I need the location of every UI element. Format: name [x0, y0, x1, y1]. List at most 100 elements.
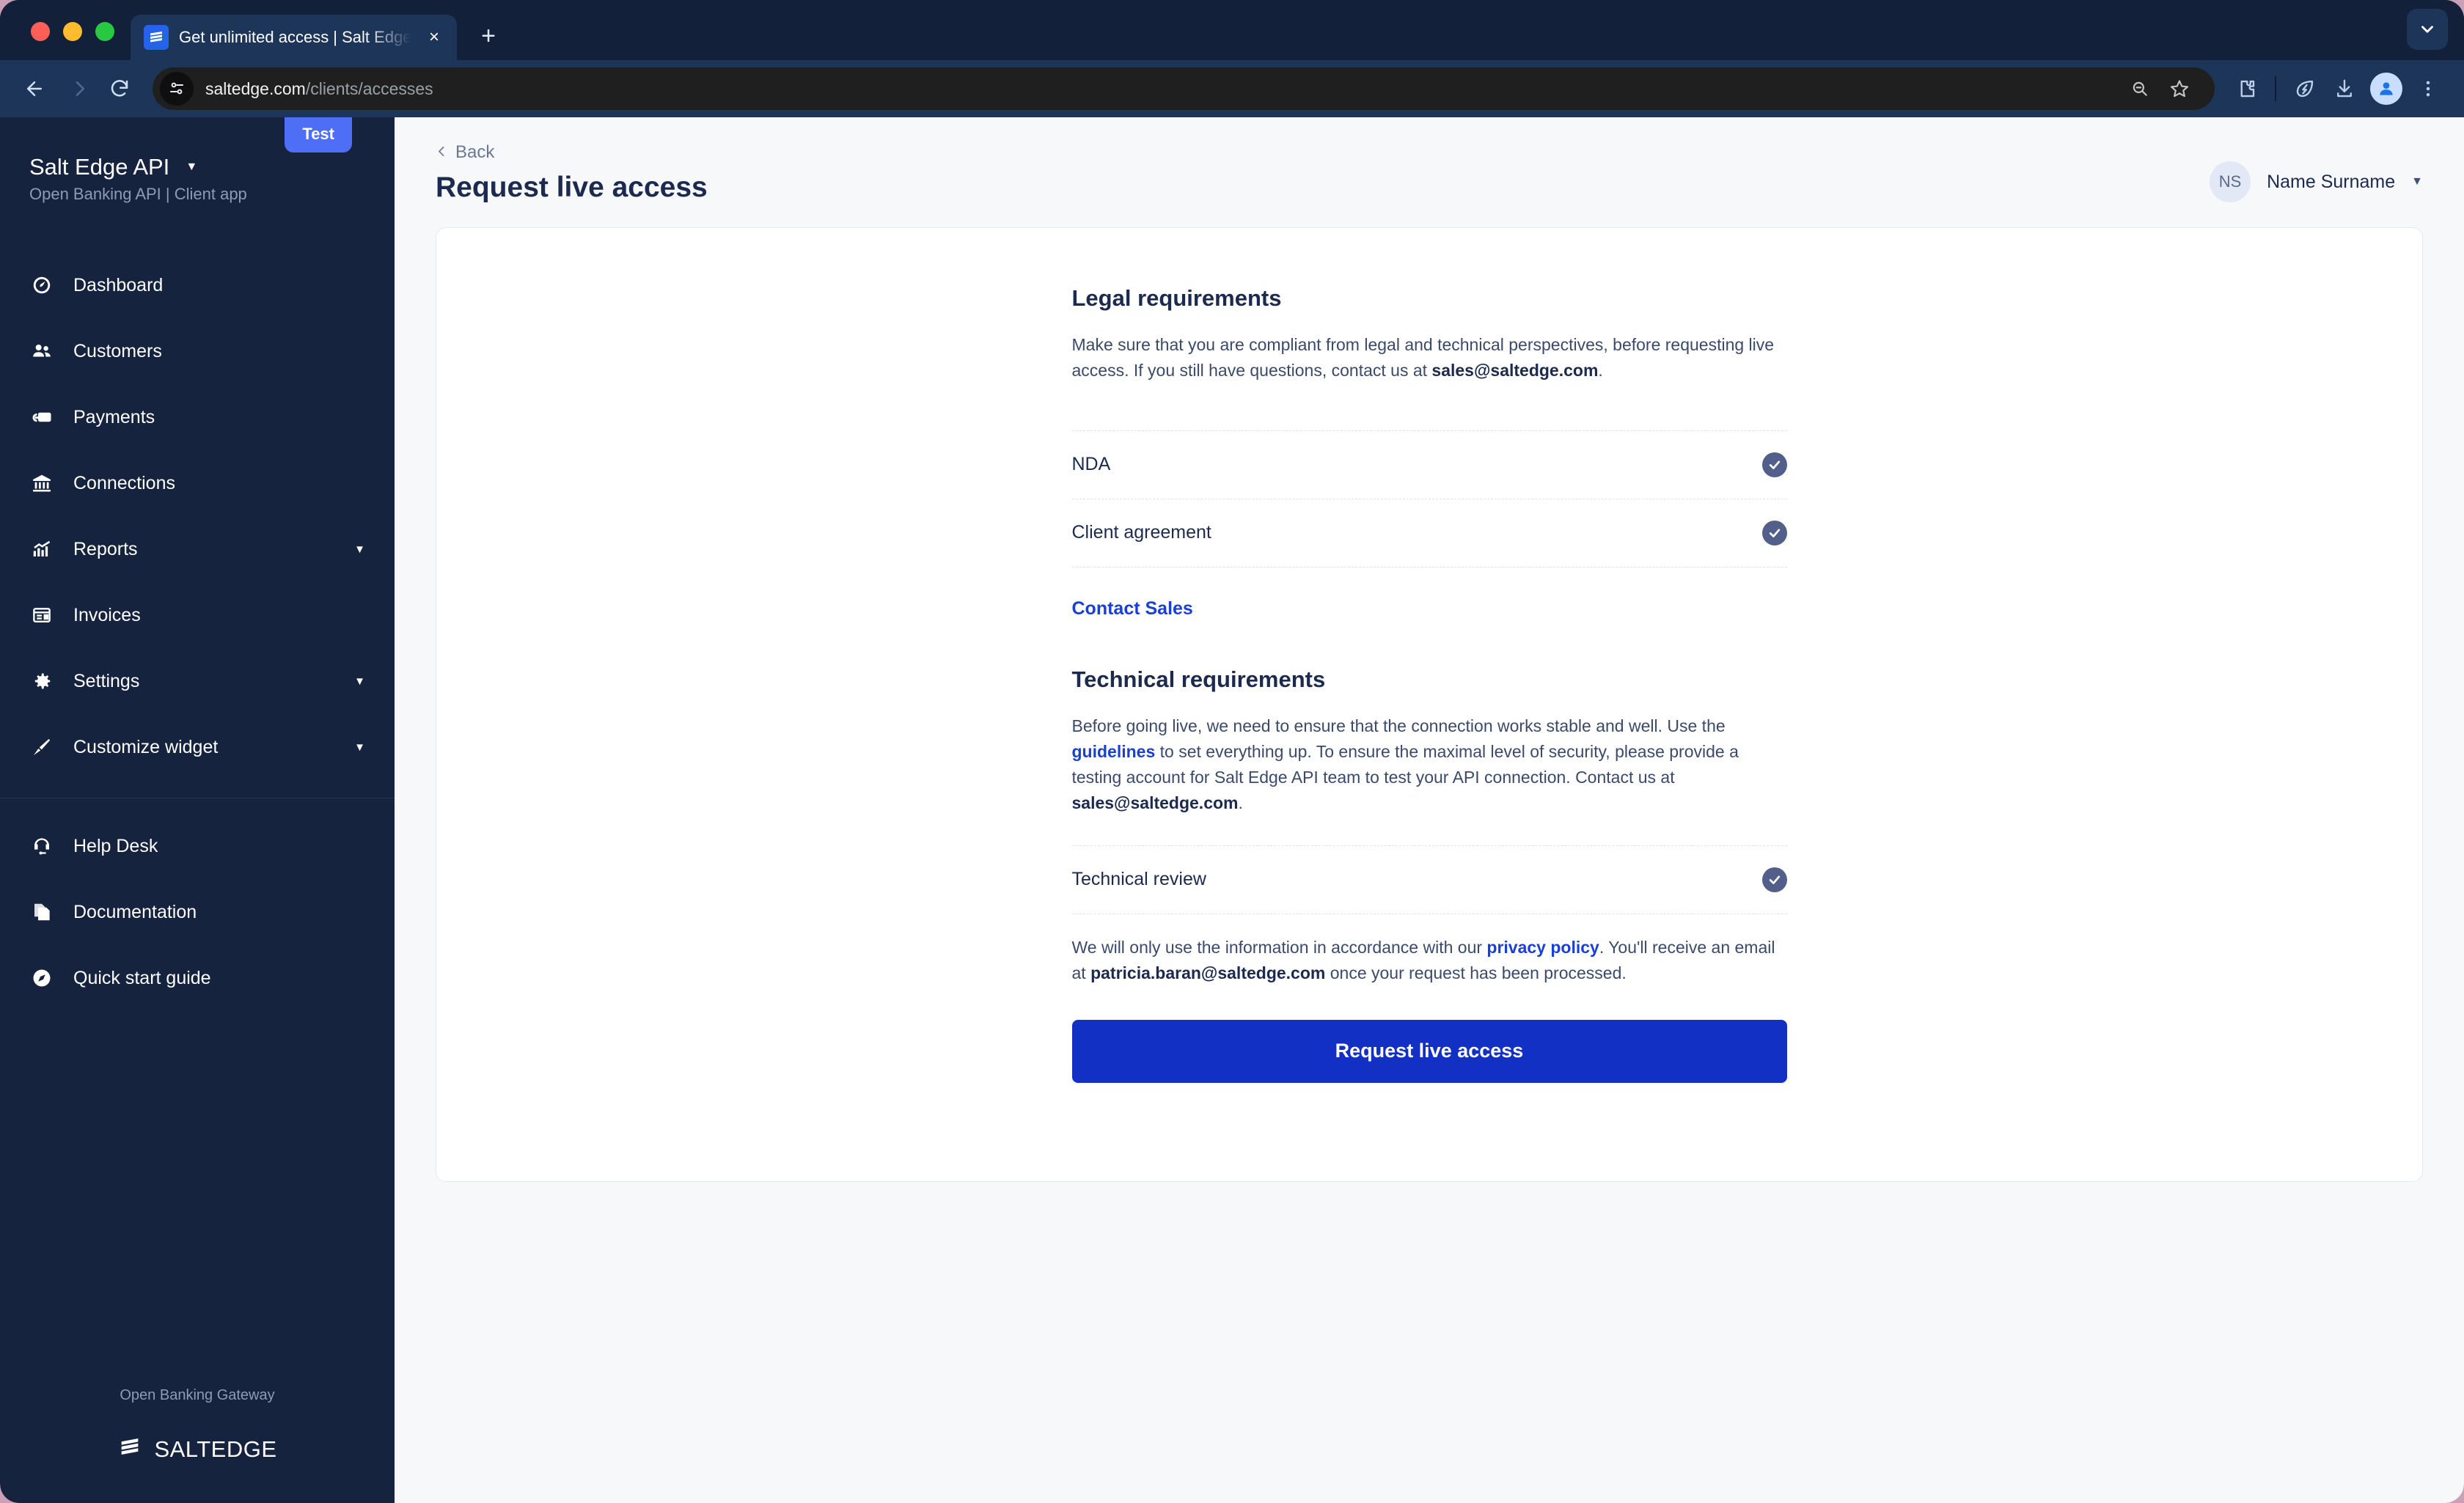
star-icon[interactable]: [2162, 71, 2197, 106]
chart-up-icon: [29, 537, 54, 562]
sidebar-footer-logo: SALTEDGE: [0, 1435, 395, 1463]
sidebar-item-label: Documentation: [73, 901, 197, 922]
sidebar-item-label: Customize widget: [73, 736, 219, 757]
sidebar-item-label: Quick start guide: [73, 967, 211, 988]
sidebar-footer-text: Open Banking Gateway: [120, 1387, 275, 1403]
sidebar-item-customers[interactable]: Customers: [0, 318, 395, 384]
check-circle-icon: [1761, 867, 1787, 892]
address-bar[interactable]: saltedge.com/clients/accesses: [153, 67, 2215, 110]
minimize-window-button[interactable]: [63, 22, 82, 41]
brand-subtitle: Open Banking API | Client app: [29, 185, 247, 203]
check-circle-icon: [1761, 520, 1787, 545]
requirement-row-client-agreement: Client agreement: [1071, 498, 1787, 567]
documents-icon: [29, 900, 54, 925]
gear-icon: [29, 669, 54, 694]
close-window-button[interactable]: [31, 22, 50, 41]
back-link[interactable]: Back: [436, 142, 494, 163]
sidebar: Test Salt Edge API ▼ Open Banking API | …: [0, 117, 395, 1503]
tab-strip: Get unlimited access | Salt Edge × +: [0, 0, 2464, 60]
leaf-performance-icon[interactable]: [2285, 69, 2325, 109]
sidebar-item-help-desk[interactable]: Help Desk: [0, 813, 395, 879]
notice-email: patricia.baran@saltedge.com: [1090, 963, 1326, 982]
browser-toolbar: saltedge.com/clients/accesses: [0, 60, 2464, 117]
tune-icon[interactable]: [160, 72, 194, 106]
forward-arrow-icon[interactable]: [56, 67, 98, 110]
legal-body-pre: Make sure that you are compliant from le…: [1071, 335, 1775, 380]
requirement-row-technical-review: Technical review: [1071, 845, 1787, 914]
user-name: Name Surname: [2267, 171, 2396, 192]
chevron-down-icon[interactable]: ▼: [186, 161, 197, 173]
sidebar-nav: Dashboard Customers Payments Connections…: [0, 252, 395, 1011]
url-domain: saltedge.com: [205, 78, 306, 98]
sidebar-item-payments[interactable]: Payments: [0, 384, 395, 450]
sidebar-item-documentation[interactable]: Documentation: [0, 879, 395, 945]
browser-tab[interactable]: Get unlimited access | Salt Edge ×: [131, 15, 457, 60]
sidebar-item-quick-start-guide[interactable]: Quick start guide: [0, 945, 395, 1011]
privacy-policy-link[interactable]: privacy policy: [1486, 938, 1599, 957]
check-circle-icon: [1761, 452, 1787, 477]
brand-name: Salt Edge API: [29, 154, 170, 180]
sidebar-item-reports[interactable]: Reports ▼: [0, 516, 395, 582]
chevron-down-icon[interactable]: [2407, 9, 2448, 50]
close-tab-button[interactable]: ×: [422, 25, 447, 50]
download-icon[interactable]: [2325, 69, 2364, 109]
headset-icon: [29, 834, 54, 859]
requirement-row-nda: NDA: [1071, 430, 1787, 499]
sidebar-item-label: Dashboard: [73, 274, 164, 295]
brand-row[interactable]: Salt Edge API ▼: [29, 154, 365, 180]
legal-body-post: .: [1598, 360, 1603, 380]
technical-body-email: sales@saltedge.com: [1071, 793, 1239, 812]
page-header: Back Request live access NS Name Surname…: [436, 117, 2423, 204]
chevron-left-icon: [436, 142, 448, 163]
notice-pre: We will only use the information in acco…: [1071, 937, 1487, 957]
invoice-icon: [29, 603, 54, 628]
sidebar-item-label: Help Desk: [73, 835, 158, 856]
back-arrow-icon[interactable]: [13, 67, 56, 110]
legal-body-email: sales@saltedge.com: [1431, 360, 1599, 380]
new-tab-button[interactable]: +: [470, 18, 507, 54]
technical-requirements-body: Before going live, we need to ensure tha…: [1072, 713, 1787, 816]
environment-badge: Test: [285, 117, 352, 152]
compass-icon: [29, 966, 54, 991]
sidebar-item-label: Connections: [73, 472, 175, 493]
reload-icon[interactable]: [98, 67, 141, 110]
request-live-access-button[interactable]: Request live access: [1071, 1019, 1787, 1083]
privacy-notice: We will only use the information in acco…: [1072, 935, 1787, 986]
sidebar-item-label: Reports: [73, 538, 138, 559]
page-viewport: Test Salt Edge API ▼ Open Banking API | …: [0, 117, 2464, 1503]
sidebar-item-dashboard[interactable]: Dashboard: [0, 252, 395, 318]
sidebar-footer: Open Banking Gateway SALTEDGE: [0, 1387, 395, 1503]
technical-body-b: to set everything up. To ensure the maxi…: [1071, 741, 1739, 787]
browser-window: Get unlimited access | Salt Edge × + sal…: [0, 0, 2464, 1503]
extensions-puzzle-icon[interactable]: [2226, 69, 2266, 109]
guidelines-link[interactable]: guidelines: [1072, 742, 1156, 761]
contact-sales-link[interactable]: Contact Sales: [1072, 567, 1787, 620]
saltedge-logo-icon: [144, 25, 169, 50]
chevron-down-icon[interactable]: ▼: [354, 544, 365, 555]
window-traffic-lights: [22, 22, 131, 60]
requirement-label: Technical review: [1071, 869, 1206, 890]
back-link-label: Back: [455, 142, 495, 162]
legal-requirements-body: Make sure that you are compliant from le…: [1072, 332, 1787, 383]
tab-title: Get unlimited access | Salt Edge: [179, 28, 411, 46]
user-menu[interactable]: NS Name Surname ▼: [2210, 142, 2423, 202]
chevron-down-icon[interactable]: ▼: [2411, 176, 2423, 188]
chevron-down-icon[interactable]: ▼: [354, 676, 365, 687]
page-header-left: Back Request live access: [436, 142, 2210, 204]
technical-requirements-title: Technical requirements: [1071, 666, 1326, 692]
requirement-label: Client agreement: [1071, 522, 1211, 543]
sidebar-item-customize-widget[interactable]: Customize widget ▼: [0, 714, 395, 780]
zoom-out-icon[interactable]: [2122, 71, 2157, 106]
profile-avatar-icon[interactable]: [2370, 73, 2402, 105]
maximize-window-button[interactable]: [95, 22, 114, 41]
avatar: NS: [2210, 161, 2251, 202]
sidebar-item-settings[interactable]: Settings ▼: [0, 648, 395, 714]
chevron-down-icon[interactable]: ▼: [354, 742, 365, 753]
three-dot-menu-icon[interactable]: [2408, 69, 2448, 109]
sidebar-item-connections[interactable]: Connections: [0, 450, 395, 516]
address-bar-url: saltedge.com/clients/accesses: [205, 79, 433, 99]
sidebar-item-invoices[interactable]: Invoices: [0, 582, 395, 648]
